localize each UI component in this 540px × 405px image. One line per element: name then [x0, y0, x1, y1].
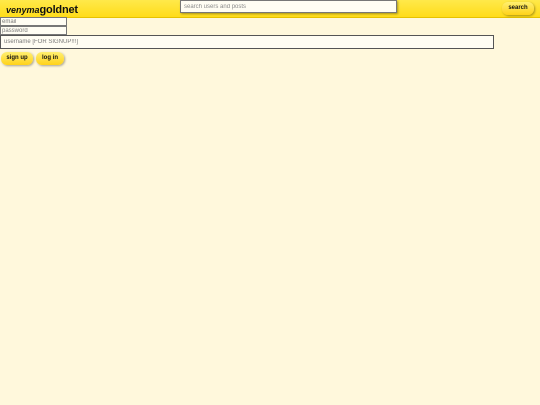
- logo-text-venyma: venyma: [6, 5, 40, 15]
- password-field[interactable]: [0, 26, 67, 35]
- username-field[interactable]: [0, 35, 494, 49]
- email-field[interactable]: [0, 17, 67, 26]
- sign-up-button[interactable]: sign up: [1, 52, 33, 65]
- search-input[interactable]: [180, 0, 397, 13]
- logo-text-goldnet: goldnet: [39, 4, 79, 16]
- search-button[interactable]: search: [502, 2, 534, 15]
- top-bar: venymagoldnet search: [0, 0, 540, 18]
- log-in-button[interactable]: log in: [36, 52, 64, 65]
- site-logo[interactable]: venymagoldnet: [6, 2, 78, 16]
